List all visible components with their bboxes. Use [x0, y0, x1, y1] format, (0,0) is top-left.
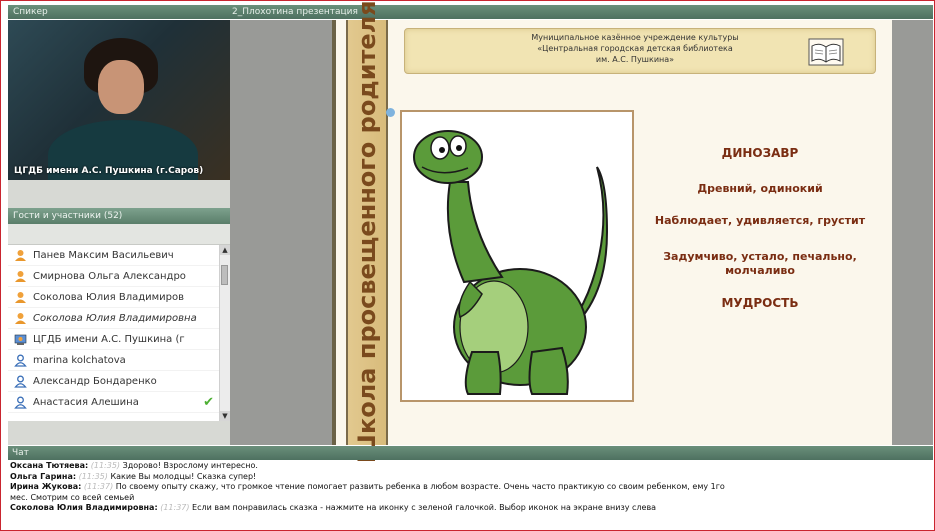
- presenter-icon: [14, 333, 27, 346]
- chat-time: (11:37): [160, 503, 190, 512]
- guest-list-item[interactable]: Панев Максим Васильевич: [8, 245, 220, 266]
- guest-list-item[interactable]: Александр Бондаренко: [8, 371, 220, 392]
- chat-text: Если вам понравилась сказка - нажмите на…: [192, 503, 657, 512]
- guest-name: Соколова Юлия Владимиров: [33, 291, 185, 303]
- guest-list-scrollbar[interactable]: ▲ ▼: [219, 245, 230, 421]
- guest-list-item[interactable]: Соколова Юлия Владимировна: [8, 308, 220, 329]
- chat-author: Ольга Гарина:: [10, 471, 77, 481]
- slide-word-adjectives: Древний, одинокий: [697, 182, 823, 195]
- chat-message: мес. Смотрим со всей семьей: [8, 493, 933, 504]
- scroll-down-arrow-icon[interactable]: ▼: [220, 411, 230, 421]
- banner-line-1: Муниципальное казённое учреждение культу…: [531, 33, 739, 42]
- dinosaur-illustration: [413, 130, 609, 395]
- participant-icon: [14, 354, 27, 367]
- chat-log[interactable]: Оксана Тютяева: (11:35) Здорово! Взросло…: [8, 461, 933, 529]
- guest-name: ЦГДБ имени А.С. Пушкина (г: [33, 333, 185, 345]
- slide-word-adverbs-2: молчаливо: [725, 264, 795, 277]
- guest-list[interactable]: Панев Максим Васильевич Смирнова Ольга Ал…: [8, 245, 220, 421]
- slide-marker-icon: [386, 108, 395, 117]
- green-check-icon: ✔: [203, 394, 214, 410]
- guest-list-item[interactable]: Смирнова Ольга Александро: [8, 266, 220, 287]
- guest-name: Анастасия Алешина: [33, 396, 139, 408]
- speaker-panel-title: Спикер: [8, 5, 230, 19]
- guests-panel-title: Гости и участники (52): [8, 208, 230, 224]
- guest-user-icon: [14, 270, 27, 283]
- participant-icon: [14, 396, 27, 409]
- guest-name: Панев Максим Васильевич: [33, 249, 174, 261]
- chat-panel-title: Чат: [8, 446, 933, 460]
- guest-list-item[interactable]: ЦГДБ имени А.С. Пушкина (г: [8, 329, 220, 350]
- dinosaur-picture-frame: [400, 110, 634, 402]
- video-controls-area: [8, 180, 230, 208]
- guest-name: Смирнова Ольга Александро: [33, 270, 186, 282]
- banner-line-2: «Центральная городская детская библиотек…: [537, 44, 733, 53]
- chat-time: (11:35): [78, 471, 108, 481]
- slide-vertical-title: Школа просвещенного родителя: [353, 0, 381, 464]
- left-bottom-bar: [8, 421, 230, 445]
- scroll-up-arrow-icon[interactable]: ▲: [220, 245, 230, 255]
- chat-message: Оксана Тютяева: (11:35) Здорово! Взросло…: [8, 461, 933, 472]
- participant-icon: [14, 375, 27, 388]
- guest-name: marina kolchatova: [33, 354, 126, 366]
- chat-text: Здорово! Взрослому интересно.: [122, 461, 258, 470]
- chat-author: Ирина Жукова:: [10, 482, 82, 491]
- chat-author: Соколова Юлия Владимировна:: [10, 503, 158, 512]
- slide-word-dinosaur: ДИНОЗАВР: [721, 146, 799, 160]
- chat-message: Ирина Жукова: (11:37) По своему опыту ск…: [8, 482, 933, 493]
- slide-banner-text: Муниципальное казённое учреждение культу…: [470, 32, 800, 65]
- speaker-silhouette-face: [98, 60, 144, 114]
- chat-message: Соколова Юлия Владимировна: (11:37) Если…: [8, 503, 933, 514]
- chat-time: (11:37): [83, 482, 114, 491]
- chat-time: (11:35): [90, 461, 121, 470]
- slide-word-verbs: Наблюдает, удивляется, грустит: [654, 214, 866, 227]
- guest-name: Александр Бондаренко: [33, 375, 157, 387]
- chat-text: По своему опыту скажу, что громкое чтени…: [115, 482, 725, 491]
- guest-list-item[interactable]: marina kolchatova: [8, 350, 220, 371]
- presentation-panel-title: 2_Плохотина презентация: [230, 5, 933, 19]
- video-caption: ЦГДБ имени А.С. Пушкина (г.Саров): [14, 166, 204, 176]
- guest-list-item[interactable]: Анастасия Алешина ✔: [8, 392, 220, 413]
- guest-name: Соколова Юлия Владимировна: [33, 312, 197, 324]
- slide-word-adverbs-1: Задумчиво, устало, печально,: [663, 250, 857, 263]
- guest-user-icon: [14, 312, 27, 325]
- scroll-thumb[interactable]: [221, 265, 228, 285]
- slide-edge: [332, 20, 336, 445]
- guest-list-item[interactable]: Соколова Юлия Владимиров: [8, 287, 220, 308]
- chat-text: мес. Смотрим со всей семьей: [10, 492, 135, 502]
- guests-toolbar: [8, 224, 230, 245]
- guest-user-icon: [14, 249, 27, 262]
- chat-author: Оксана Тютяева:: [10, 461, 89, 470]
- slide-word-wisdom: МУДРОСТЬ: [721, 296, 799, 310]
- banner-line-3: им. А.С. Пушкина»: [595, 55, 675, 64]
- guest-user-icon: [14, 291, 27, 304]
- speaker-video[interactable]: ЦГДБ имени А.С. Пушкина (г.Саров): [8, 20, 230, 180]
- chat-text: Какие Вы молодцы! Сказка супер!: [110, 471, 257, 481]
- chat-message: Ольга Гарина: (11:35) Какие Вы молодцы! …: [8, 472, 933, 483]
- open-book-icon: [808, 38, 844, 66]
